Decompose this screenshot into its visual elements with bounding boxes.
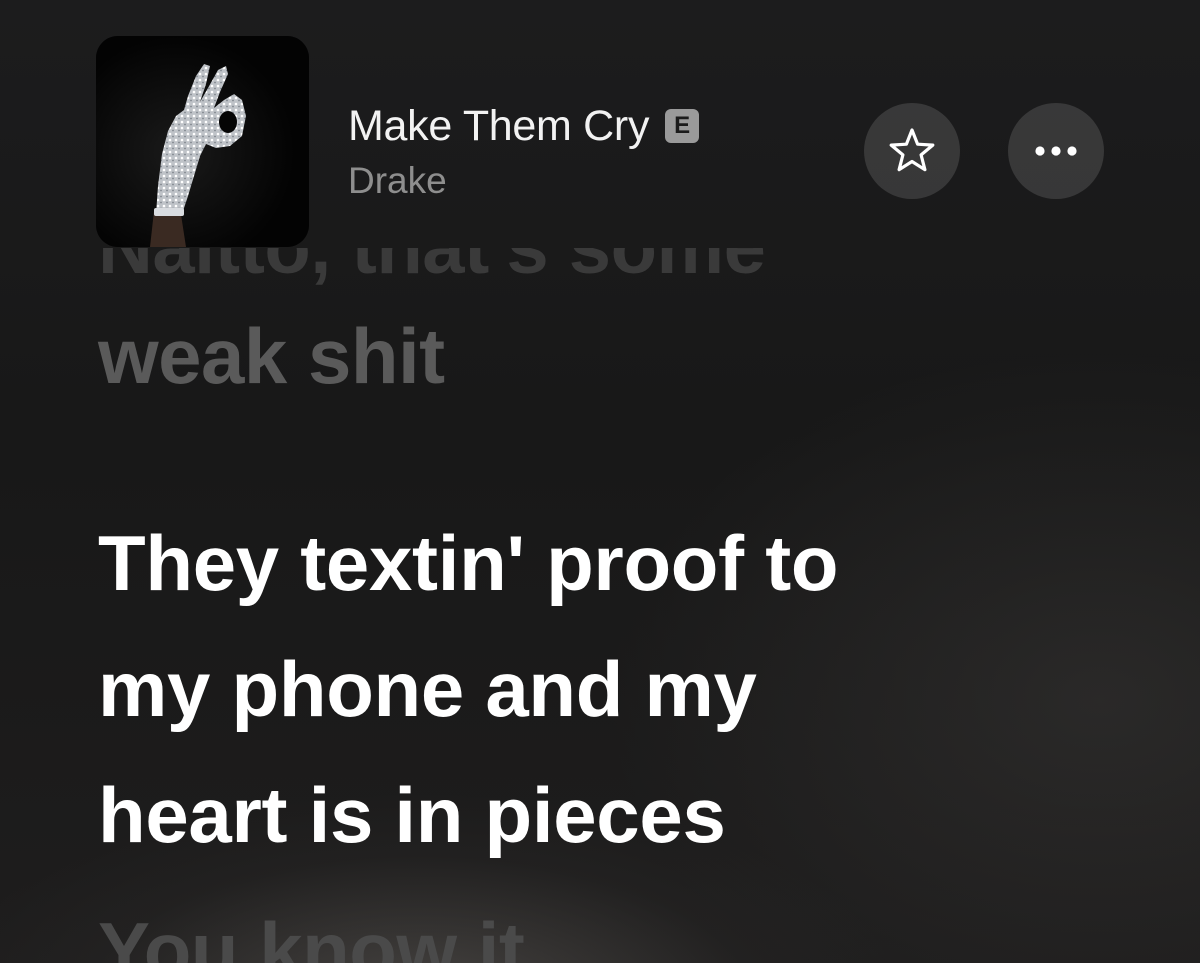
- more-options-button[interactable]: [1008, 103, 1104, 199]
- lyric-current-line-1: They textin' proof to: [98, 519, 839, 607]
- artist-name[interactable]: Drake: [348, 160, 699, 202]
- album-artwork[interactable]: [96, 36, 309, 247]
- lyric-line-next[interactable]: You know it: [98, 905, 525, 963]
- lyric-current-line-3: heart is in pieces: [98, 771, 726, 859]
- track-info[interactable]: Make Them Cry E Drake: [348, 100, 700, 202]
- album-artwork-image: [96, 36, 309, 247]
- lyric-current-line-2: my phone and my: [98, 645, 757, 733]
- lyric-line-previous[interactable]: weak shit: [98, 311, 445, 402]
- ellipsis-icon: [1035, 146, 1077, 156]
- favorite-button[interactable]: [864, 103, 960, 199]
- lyric-line-current[interactable]: They textin' proof to my phone and my he…: [98, 500, 839, 878]
- now-playing-header: Make Them Cry E Drake: [0, 0, 1200, 260]
- star-outline-icon: [889, 128, 935, 172]
- title-row: Make Them Cry E: [348, 100, 700, 152]
- song-title: Make Them Cry: [348, 101, 650, 150]
- explicit-badge: E: [665, 109, 700, 143]
